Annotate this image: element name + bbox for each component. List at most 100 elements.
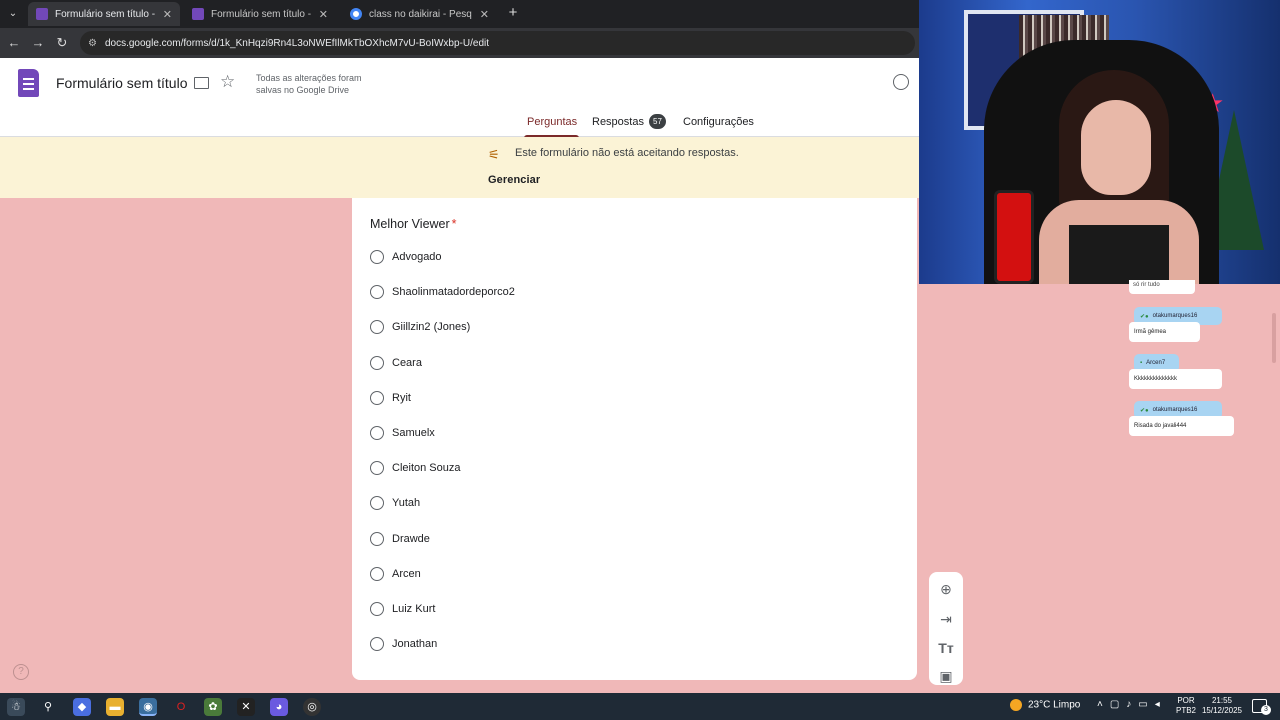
windows-taskbar: ☃ ⚲ ◆ ▬ ◉ O ✿ ✕ ◕ ◎ 23°C Limpo ˄▢♪▭◂ POR… <box>0 693 1280 720</box>
add-image-icon[interactable]: ▣ <box>936 666 956 686</box>
weather-widget[interactable]: 23°C Limpo <box>1010 699 1080 711</box>
browser-tab-2[interactable]: Formulário sem título - Google ✕ <box>184 2 336 26</box>
tab-perguntas[interactable]: Perguntas <box>527 116 577 128</box>
chat-username-text: otakumarques16 <box>1152 313 1198 319</box>
language-indicator[interactable]: POR PTB2 <box>1176 696 1196 716</box>
badge-icon: ▪ <box>1140 360 1143 366</box>
scrollbar[interactable] <box>1272 313 1276 363</box>
radio-button[interactable] <box>370 285 384 299</box>
browser-tab-label: Formulário sem título - Google <box>55 8 155 20</box>
url-text: docs.google.com/forms/d/1k_KnHqzi9Rn4L3o… <box>104 37 490 49</box>
new-tab-icon[interactable]: + <box>505 4 521 22</box>
browser-toolbar: ← → ↻ ⚙ docs.google.com/forms/d/1k_KnHqz… <box>0 28 919 58</box>
browser-tab-1[interactable]: Formulário sem título - Google ✕ <box>28 2 180 26</box>
manage-button[interactable]: Gerenciar <box>488 174 540 186</box>
import-questions-icon[interactable]: ⇥ <box>936 609 956 629</box>
option-label: Shaolinmatadordeporco2 <box>392 286 515 298</box>
browser-tab-bar: ⌄ Formulário sem título - Google ✕ Formu… <box>0 0 919 28</box>
webcam-overlay: ★ <box>919 0 1280 284</box>
option-item[interactable]: Arcen <box>370 565 421 583</box>
site-info-icon[interactable]: ⚙ <box>88 38 97 49</box>
browser-tab-3[interactable]: class no daikirai - Pesquisa Goo ✕ <box>342 2 497 26</box>
address-bar[interactable]: ⚙ docs.google.com/forms/d/1k_KnHqzi9Rn4L… <box>80 31 915 55</box>
option-item[interactable]: Advogado <box>370 248 442 266</box>
close-tab-icon[interactable]: ✕ <box>163 8 172 21</box>
webcam-person-shirt <box>1069 225 1169 284</box>
option-label: Luiz Kurt <box>392 603 436 615</box>
option-label: Cleiton Souza <box>392 462 461 474</box>
radio-button[interactable] <box>370 567 384 581</box>
option-label: Ceara <box>392 357 422 369</box>
option-item[interactable]: Shaolinmatadordeporco2 <box>370 283 515 301</box>
opera-icon[interactable]: O <box>172 698 190 716</box>
add-question-icon[interactable]: ⊕ <box>936 579 956 599</box>
copilot-icon[interactable]: ◆ <box>73 698 91 716</box>
help-icon[interactable]: ? <box>13 664 29 680</box>
save-status: Todas as alterações foram salvas no Goog… <box>256 73 362 95</box>
customize-theme-icon[interactable] <box>893 74 909 90</box>
option-item[interactable]: Yutah <box>370 494 420 512</box>
system-tray-icons[interactable]: ˄▢♪▭◂ <box>1097 699 1167 710</box>
option-label: Drawde <box>392 533 430 545</box>
option-item[interactable]: Ceara <box>370 354 422 372</box>
back-icon[interactable]: ← <box>5 34 23 52</box>
clock[interactable]: 21:55 15/12/2025 <box>1200 696 1244 716</box>
app-icon[interactable]: ✿ <box>204 698 222 716</box>
google-forms-logo-icon[interactable] <box>18 69 39 97</box>
star-icon[interactable]: ☆ <box>220 72 235 92</box>
radio-button[interactable] <box>370 426 384 440</box>
close-tab-icon[interactable]: ✕ <box>319 8 328 21</box>
tab-configuracoes[interactable]: Configurações <box>683 116 754 128</box>
radio-button[interactable] <box>370 496 384 510</box>
browser-tab-label: Formulário sem título - Google <box>211 8 311 20</box>
add-title-icon[interactable]: Tт <box>936 638 956 658</box>
radio-button[interactable] <box>370 637 384 651</box>
browser-tab-label: class no daikirai - Pesquisa Goo <box>369 8 472 20</box>
question-title[interactable]: Melhor Viewer * <box>370 217 457 231</box>
option-item[interactable]: Luiz Kurt <box>370 600 435 618</box>
weather-icon <box>1010 699 1022 711</box>
close-tab-icon[interactable]: ✕ <box>480 8 489 21</box>
capcut-icon[interactable]: ✕ <box>237 698 255 716</box>
radio-button[interactable] <box>370 320 384 334</box>
discord-icon[interactable]: ◕ <box>270 698 288 716</box>
option-item[interactable]: Jonathan <box>370 635 437 653</box>
obs-icon[interactable]: ◎ <box>303 698 321 716</box>
radio-button[interactable] <box>370 250 384 264</box>
forms-header: Formulário sem título ☆ Todas as alteraç… <box>0 58 919 138</box>
document-title[interactable]: Formulário sem título <box>56 75 187 91</box>
radio-button[interactable] <box>370 391 384 405</box>
option-item[interactable]: Drawde <box>370 530 430 548</box>
option-label: Ryit <box>392 392 411 404</box>
option-item[interactable]: Ryit <box>370 389 411 407</box>
file-explorer-icon[interactable]: ▬ <box>106 698 124 716</box>
forward-icon[interactable]: → <box>29 34 47 52</box>
required-marker: * <box>451 217 457 231</box>
option-label: Yutah <box>392 497 421 509</box>
option-item[interactable]: Samuelx <box>370 424 435 442</box>
forms-favicon-icon <box>192 8 204 20</box>
reload-icon[interactable]: ↻ <box>53 34 71 52</box>
chat-username-text: Arcen7 <box>1146 360 1166 366</box>
tab-search-chevron-icon[interactable]: ⌄ <box>4 5 22 23</box>
start-avatar-icon[interactable]: ☃ <box>7 698 25 716</box>
chat-message: Irmã gêmea <box>1129 322 1200 342</box>
search-icon[interactable]: ⚲ <box>39 698 57 716</box>
chat-username-text: otakumarques16 <box>1152 407 1198 413</box>
radio-button[interactable] <box>370 356 384 370</box>
weather-text: 23°C Limpo <box>1028 699 1081 711</box>
responses-count-badge: 57 <box>649 114 666 129</box>
tab-respostas[interactable]: Respostas <box>592 116 644 128</box>
chat-message: Kkkkkkkkkkkkkk <box>1129 369 1222 389</box>
badge-icon: ✔● <box>1140 407 1149 414</box>
option-item[interactable]: Giillzin2 (Jones) <box>370 318 470 336</box>
chrome-icon[interactable]: ◉ <box>139 698 157 716</box>
option-item[interactable]: Cleiton Souza <box>370 459 461 477</box>
radio-button[interactable] <box>370 461 384 475</box>
radio-button[interactable] <box>370 602 384 616</box>
radio-button[interactable] <box>370 532 384 546</box>
move-to-folder-icon[interactable] <box>194 77 209 89</box>
question-card[interactable]: Melhor Viewer * Advogado Shaolinmatadorde… <box>352 198 917 680</box>
form-tabs: Perguntas Respostas 57 Configurações <box>0 114 919 138</box>
clock-date: 15/12/2025 <box>1201 706 1243 715</box>
